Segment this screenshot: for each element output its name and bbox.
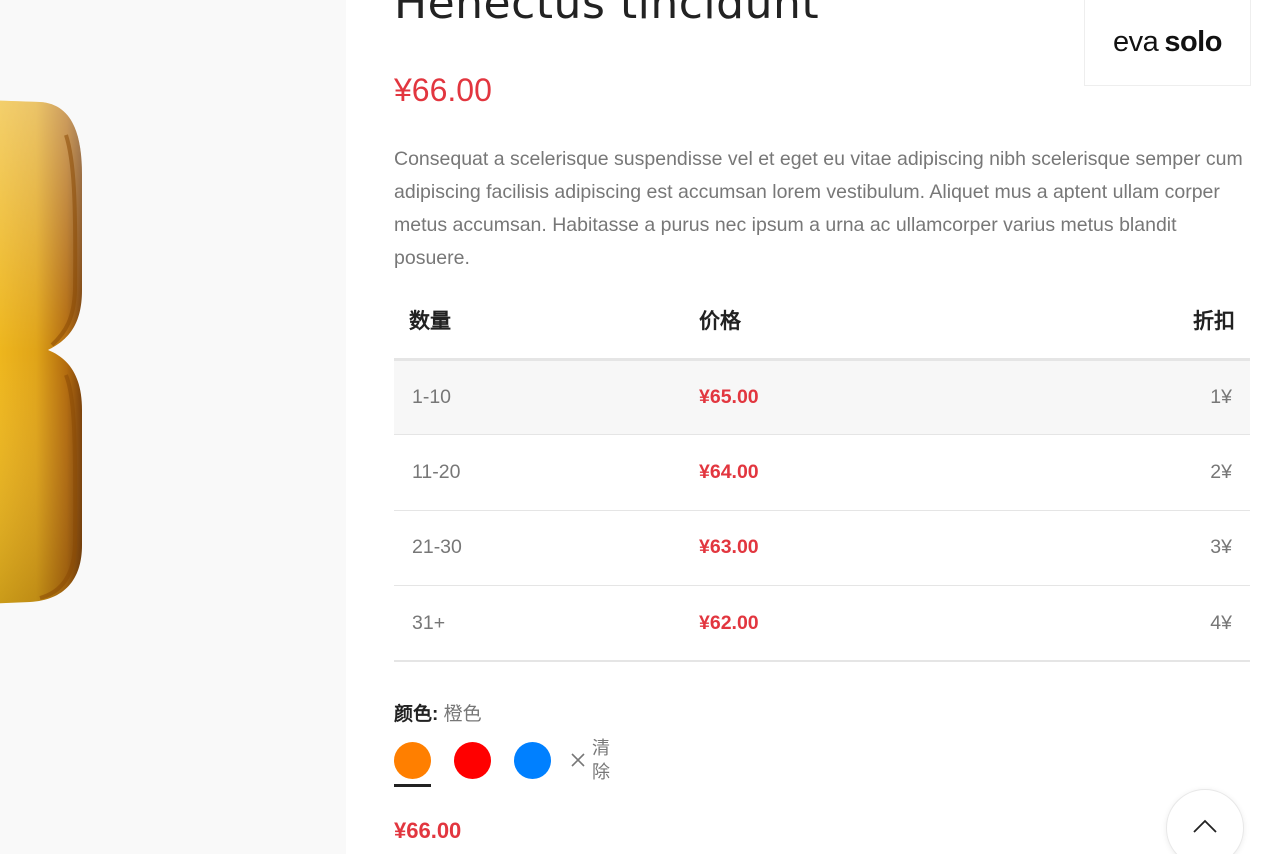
row-quantity: 11-20 xyxy=(394,434,699,511)
product-page: Henectus tincidunt eva solo ¥66.00 Conse… xyxy=(0,0,1262,854)
header-discount: 折扣 xyxy=(989,283,1250,361)
brand-logo-light: eva xyxy=(1113,25,1159,58)
tiered-pricing-table: 数量 价格 折扣 1-10 ¥65.00 1¥ 11-20 ¥64.00 2¥ … xyxy=(394,283,1250,662)
table-header-row: 数量 价格 折扣 xyxy=(394,283,1250,361)
row-discount: 2¥ xyxy=(989,434,1250,511)
variation-price: ¥66.00 xyxy=(394,818,462,843)
selected-swatch-indicator xyxy=(394,784,431,787)
close-icon xyxy=(571,753,585,767)
row-quantity: 31+ xyxy=(394,585,699,662)
table-row[interactable]: 1-10 ¥65.00 1¥ xyxy=(394,359,1250,435)
table-row[interactable]: 21-30 ¥63.00 3¥ xyxy=(394,510,1250,586)
table-row[interactable]: 31+ ¥62.00 4¥ xyxy=(394,585,1250,662)
row-discount: 3¥ xyxy=(989,510,1250,586)
brand-logo[interactable]: eva solo xyxy=(1084,0,1251,86)
product-image-panel xyxy=(0,0,346,854)
chevron-up-icon xyxy=(1193,819,1217,833)
product-title: Henectus tincidunt xyxy=(394,0,820,29)
color-attribute-label: 颜色: 橙色 xyxy=(394,699,482,726)
row-price: ¥62.00 xyxy=(699,585,989,662)
product-image xyxy=(0,100,82,604)
product-description: Consequat a scelerisque suspendisse vel … xyxy=(394,148,1243,269)
row-price: ¥64.00 xyxy=(699,434,989,511)
table-row[interactable]: 11-20 ¥64.00 2¥ xyxy=(394,434,1250,511)
color-swatch-blue[interactable] xyxy=(514,742,551,779)
row-discount: 1¥ xyxy=(989,359,1250,435)
row-price: ¥65.00 xyxy=(699,359,989,435)
clear-selection-label: 清除 xyxy=(592,738,610,782)
color-swatch-red[interactable] xyxy=(454,742,491,779)
color-swatch-orange[interactable] xyxy=(394,742,431,779)
product-price: ¥66.00 xyxy=(394,72,492,108)
header-price: 价格 xyxy=(699,283,989,361)
row-price: ¥63.00 xyxy=(699,510,989,586)
row-discount: 4¥ xyxy=(989,585,1250,662)
color-label-separator: : xyxy=(432,704,439,725)
back-to-top-button[interactable] xyxy=(1166,789,1244,854)
header-quantity: 数量 xyxy=(394,283,699,361)
brand-logo-bold: solo xyxy=(1164,25,1222,58)
row-quantity: 1-10 xyxy=(394,359,699,435)
color-selected-value: 橙色 xyxy=(443,704,482,725)
color-label-name: 颜色 xyxy=(394,704,433,725)
row-quantity: 21-30 xyxy=(394,510,699,586)
clear-selection-button[interactable]: 清除 xyxy=(569,736,612,784)
